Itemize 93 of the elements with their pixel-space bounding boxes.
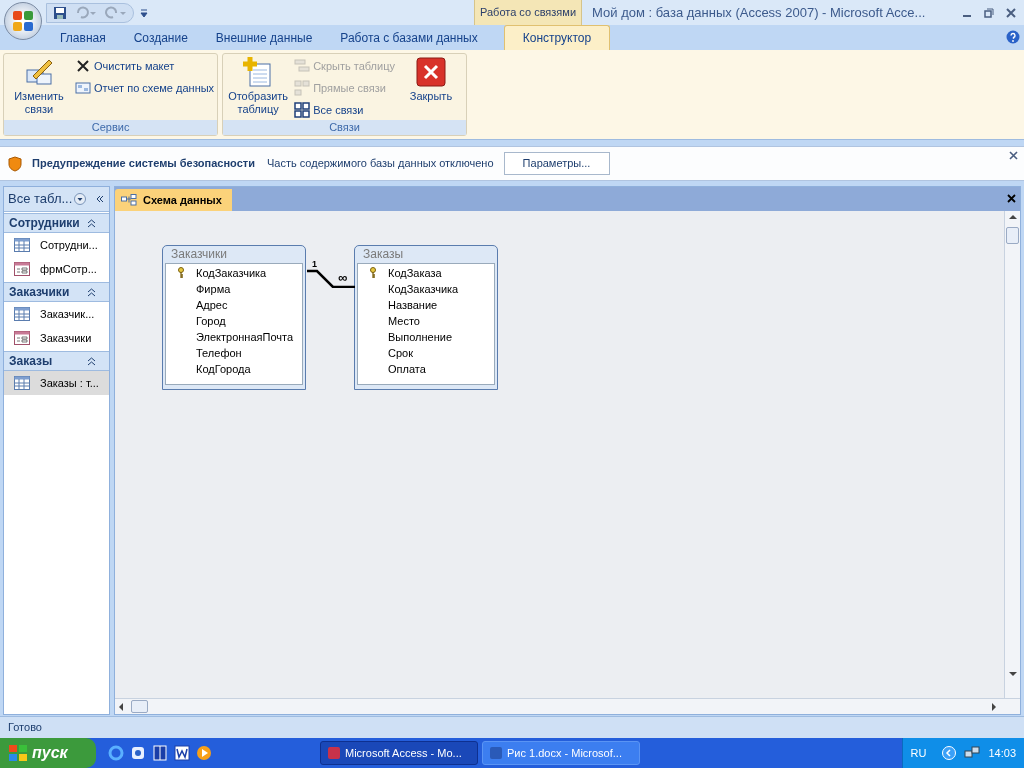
collapse-icon[interactable] bbox=[95, 194, 105, 204]
field-name[interactable]: Адрес bbox=[196, 296, 228, 314]
relationships-icon bbox=[121, 194, 137, 206]
field-name[interactable]: КодГорода bbox=[196, 360, 251, 378]
document-tab[interactable]: Схема данных bbox=[115, 189, 232, 211]
ribbon-tab[interactable]: Конструктор bbox=[503, 25, 611, 50]
all-relations-icon bbox=[294, 102, 311, 118]
field-name[interactable]: ЭлектроннаяПочта bbox=[196, 328, 294, 346]
restore-icon[interactable] bbox=[984, 7, 994, 18]
table-icon bbox=[14, 307, 30, 321]
ribbon-tab[interactable]: Внешние данные bbox=[201, 25, 327, 50]
field-name[interactable]: КодЗаказа bbox=[388, 264, 442, 282]
window-title: Мой дом : база данных (Access 2007) - Microsoft Acce... bbox=[592, 3, 926, 22]
form-icon bbox=[14, 262, 30, 276]
media-player-icon[interactable] bbox=[196, 745, 212, 761]
relationship-line bbox=[307, 268, 355, 288]
close-icon bbox=[414, 56, 447, 88]
horizontal-scrollbar[interactable] bbox=[115, 698, 1020, 714]
shield-icon bbox=[8, 155, 22, 172]
collapse-group-icon bbox=[87, 287, 96, 297]
field-name[interactable]: Место bbox=[388, 312, 420, 330]
table-title: Заказы bbox=[362, 246, 405, 263]
office-logo-icon bbox=[12, 10, 34, 32]
options-button[interactable]: Параметры... bbox=[503, 152, 610, 175]
vertical-scrollbar[interactable] bbox=[1004, 211, 1020, 698]
table-title: Заказчики bbox=[170, 246, 228, 263]
key-icon bbox=[177, 267, 185, 279]
ribbon-group-label: Сервис bbox=[4, 120, 218, 135]
windows-logo-icon bbox=[8, 744, 28, 762]
diagram-report-icon bbox=[75, 80, 91, 96]
start-button[interactable]: пуск bbox=[0, 738, 96, 768]
x-mark-icon bbox=[75, 58, 91, 74]
many-label: ∞ bbox=[338, 273, 348, 283]
collapse-group-icon bbox=[87, 356, 96, 366]
nav-group-header[interactable]: Заказчики bbox=[4, 282, 109, 302]
status-text: Готово bbox=[8, 720, 42, 736]
scroll-thumb[interactable] bbox=[131, 700, 148, 713]
ribbon-large-button[interactable]: Закрыть bbox=[398, 56, 463, 103]
dropdown-icon bbox=[74, 193, 87, 205]
ribbon-group-label: Связи bbox=[223, 120, 466, 135]
contextual-tab-header: Работа со связями bbox=[474, 0, 583, 25]
taskbar-window-button[interactable]: Microsoft Access - Mo... bbox=[320, 741, 478, 765]
nav-group-label: Заказы bbox=[9, 353, 53, 370]
form-icon bbox=[14, 331, 30, 345]
nav-group-header[interactable]: Сотрудники bbox=[4, 213, 109, 233]
field-name[interactable]: КодЗаказчика bbox=[196, 264, 267, 282]
table-icon bbox=[14, 376, 30, 390]
network-icon[interactable] bbox=[964, 746, 981, 760]
table-icon bbox=[14, 238, 30, 252]
ribbon-small-button[interactable]: Все связи bbox=[294, 100, 395, 120]
ribbon-small-button[interactable]: Отчет по схеме данных bbox=[75, 78, 215, 98]
field-name[interactable]: Название bbox=[388, 296, 438, 314]
close-icon[interactable] bbox=[1007, 194, 1016, 203]
nav-group-header[interactable]: Заказы bbox=[4, 351, 109, 371]
taskbar-window-button[interactable]: Рис 1.docx - Microsof... bbox=[482, 741, 640, 765]
ribbon-tab[interactable]: Работа с базами данных bbox=[326, 25, 492, 50]
field-name[interactable]: Оплата bbox=[388, 360, 426, 378]
close-icon[interactable] bbox=[1006, 7, 1016, 18]
close-icon[interactable] bbox=[1009, 151, 1018, 160]
ribbon-tab[interactable]: Создание bbox=[119, 25, 202, 50]
table-window[interactable]: Заказчики КодЗаказчика Фирма Адрес Город ЭлектроннаяПочта Телефон КодГорода bbox=[162, 245, 306, 390]
nav-item[interactable]: Заказы : т... bbox=[4, 371, 109, 395]
nav-group-label: Заказчики bbox=[9, 284, 70, 301]
ribbon-tab[interactable]: Главная bbox=[46, 25, 120, 50]
field-name[interactable]: Срок bbox=[388, 344, 413, 362]
key-icon bbox=[369, 267, 377, 279]
word-icon[interactable] bbox=[174, 745, 190, 761]
table-window[interactable]: Заказы КодЗаказа КодЗаказчика Название Место Выполнение Срок Оплата bbox=[354, 245, 498, 390]
field-name[interactable]: Телефон bbox=[196, 344, 242, 362]
collapse-group-icon bbox=[87, 218, 96, 228]
book-icon[interactable] bbox=[152, 745, 168, 761]
office-button[interactable] bbox=[4, 2, 42, 40]
ribbon-small-button[interactable]: Очистить макет bbox=[75, 56, 215, 76]
scroll-thumb[interactable] bbox=[1006, 227, 1019, 244]
table-icon bbox=[294, 58, 311, 74]
customize-toolbar-icon[interactable] bbox=[140, 7, 148, 18]
help-icon[interactable] bbox=[1006, 30, 1020, 44]
field-name[interactable]: Фирма bbox=[196, 280, 231, 298]
one-label: 1 bbox=[312, 260, 317, 269]
ribbon-large-button[interactable]: Отобразить таблицу bbox=[226, 56, 291, 116]
app-icon bbox=[489, 746, 503, 760]
app-icon bbox=[327, 746, 341, 760]
ribbon-large-button[interactable]: Изменить связи bbox=[7, 56, 71, 116]
field-name[interactable]: Город bbox=[196, 312, 226, 330]
chevron-left-icon[interactable] bbox=[942, 746, 957, 760]
field-name[interactable]: КодЗаказчика bbox=[388, 280, 459, 298]
save-icon[interactable] bbox=[53, 5, 67, 20]
security-warning-message: Часть содержимого базы данных отключено bbox=[266, 156, 494, 172]
clock: 14:03 bbox=[988, 745, 1016, 761]
security-warning-title: Предупреждение системы безопасности bbox=[32, 156, 255, 172]
nav-group-label: Сотрудники bbox=[9, 215, 80, 232]
field-name[interactable]: Выполнение bbox=[388, 328, 453, 346]
relations-icon bbox=[294, 80, 311, 96]
